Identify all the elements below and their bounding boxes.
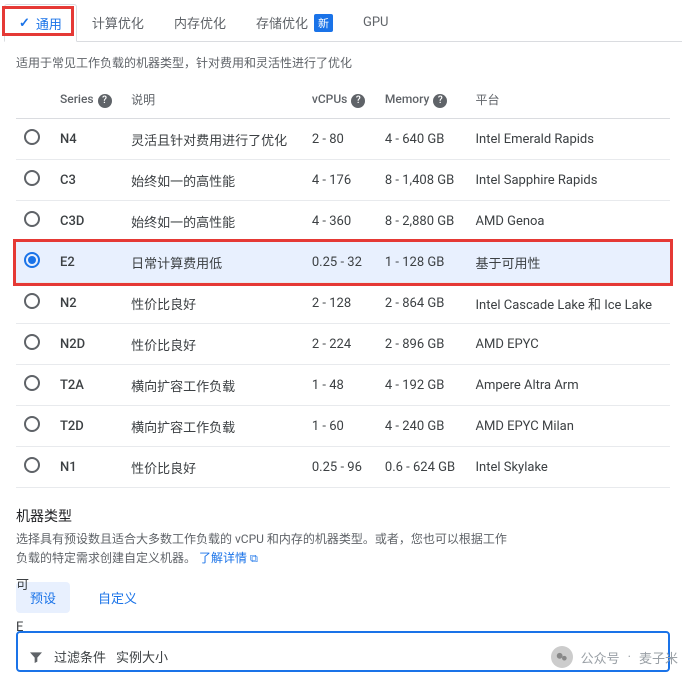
table-row[interactable]: C3D始终如一的高性能4 - 3608 - 2,880 GBAMD Genoa: [16, 201, 670, 242]
wechat-icon: [551, 646, 573, 668]
desc-cell: 灵活且针对费用进行了优化: [123, 119, 304, 160]
platform-cell: AMD EPYC Milan: [468, 406, 671, 447]
platform-cell: AMD Genoa: [468, 201, 671, 242]
tab-memory[interactable]: 内存优化: [159, 4, 241, 41]
platform-cell: Intel Skylake: [468, 447, 671, 488]
platform-cell: AMD EPYC: [468, 324, 671, 365]
series-table: Series? 说明 vCPUs? Memory? 平台 N4灵活且针对费用进行…: [16, 81, 670, 488]
vcpus-cell: 2 - 80: [304, 119, 377, 160]
truncated-text: E: [0, 620, 23, 635]
desc-cell: 始终如一的高性能: [123, 160, 304, 201]
filter-value: 实例大小: [116, 647, 168, 666]
memory-cell: 8 - 2,880 GB: [377, 201, 468, 242]
check-icon: ✓: [19, 16, 30, 31]
desc-cell: 横向扩容工作负载: [123, 365, 304, 406]
desc-cell: 性价比良好: [123, 324, 304, 365]
series-cell: N1: [52, 447, 123, 488]
vcpus-cell: 1 - 60: [304, 406, 377, 447]
filter-label: 过滤条件: [54, 647, 106, 666]
vcpus-cell: 0.25 - 96: [304, 447, 377, 488]
th-series: Series?: [52, 81, 123, 119]
custom-button[interactable]: 自定义: [84, 582, 151, 613]
radio-button[interactable]: [24, 252, 40, 268]
table-row[interactable]: C3始终如一的高性能4 - 1768 - 1,408 GBIntel Sapph…: [16, 160, 670, 201]
tab-gpu[interactable]: GPU: [348, 4, 404, 41]
series-cell: T2D: [52, 406, 123, 447]
table-row[interactable]: N1性价比良好0.25 - 960.6 - 624 GBIntel Skylak…: [16, 447, 670, 488]
new-badge: 新: [314, 14, 333, 32]
vcpus-cell: 4 - 360: [304, 201, 377, 242]
memory-cell: 0.6 - 624 GB: [377, 447, 468, 488]
series-cell: N2D: [52, 324, 123, 365]
table-row[interactable]: T2D横向扩容工作负载1 - 604 - 240 GBAMD EPYC Mila…: [16, 406, 670, 447]
radio-button[interactable]: [24, 416, 40, 432]
watermark: 公众号 · 麦子米: [551, 646, 678, 668]
desc-cell: 性价比良好: [123, 447, 304, 488]
platform-cell: Intel Emerald Rapids: [468, 119, 671, 160]
filter-icon: [28, 649, 44, 665]
machine-type-title: 机器类型: [0, 488, 686, 530]
th-memory: Memory?: [377, 81, 468, 119]
table-row[interactable]: N2D性价比良好2 - 2242 - 896 GBAMD EPYC: [16, 324, 670, 365]
memory-cell: 2 - 864 GB: [377, 283, 468, 324]
vcpus-cell: 0.25 - 32: [304, 242, 377, 283]
platform-cell: Intel Sapphire Rapids: [468, 160, 671, 201]
tab-general[interactable]: ✓ 通用: [4, 4, 77, 42]
table-row[interactable]: T2A横向扩容工作负载1 - 484 - 192 GBAmpere Altra …: [16, 365, 670, 406]
table-row[interactable]: E2日常计算费用低0.25 - 321 - 128 GB基于可用性: [16, 242, 670, 283]
memory-cell: 4 - 240 GB: [377, 406, 468, 447]
th-vcpus: vCPUs?: [304, 81, 377, 119]
tab-storage[interactable]: 存储优化 新: [241, 4, 348, 41]
series-cell: C3D: [52, 201, 123, 242]
memory-cell: 4 - 192 GB: [377, 365, 468, 406]
radio-button[interactable]: [24, 211, 40, 227]
radio-button[interactable]: [24, 129, 40, 145]
preset-custom-toggle: 预设 自定义: [0, 568, 686, 627]
vcpus-cell: 1 - 48: [304, 365, 377, 406]
tab-description: 适用于常见工作负载的机器类型，针对费用和灵活性进行了优化: [0, 42, 686, 81]
desc-cell: 性价比良好: [123, 283, 304, 324]
radio-button[interactable]: [24, 293, 40, 309]
truncated-text: 可: [0, 574, 29, 593]
series-cell: N4: [52, 119, 123, 160]
tab-label: 通用: [36, 14, 62, 33]
vcpus-cell: 2 - 224: [304, 324, 377, 365]
platform-cell: 基于可用性: [468, 242, 671, 283]
series-cell: T2A: [52, 365, 123, 406]
th-platform: 平台: [468, 81, 671, 119]
memory-cell: 2 - 896 GB: [377, 324, 468, 365]
memory-cell: 4 - 640 GB: [377, 119, 468, 160]
desc-cell: 日常计算费用低: [123, 242, 304, 283]
help-icon[interactable]: ?: [98, 94, 112, 108]
desc-cell: 横向扩容工作负载: [123, 406, 304, 447]
vcpus-cell: 4 - 176: [304, 160, 377, 201]
table-row[interactable]: N2性价比良好2 - 1282 - 864 GBIntel Cascade La…: [16, 283, 670, 324]
table-row[interactable]: N4灵活且针对费用进行了优化2 - 804 - 640 GBIntel Emer…: [16, 119, 670, 160]
memory-cell: 1 - 128 GB: [377, 242, 468, 283]
tab-compute[interactable]: 计算优化: [77, 4, 159, 41]
th-desc: 说明: [123, 81, 304, 119]
tabs-bar: ✓ 通用 计算优化 内存优化 存储优化 新 GPU: [4, 4, 682, 42]
external-link-icon: ⧉: [250, 552, 258, 565]
radio-button[interactable]: [24, 375, 40, 391]
series-cell: N2: [52, 283, 123, 324]
series-cell: C3: [52, 160, 123, 201]
radio-button[interactable]: [24, 457, 40, 473]
platform-cell: Ampere Altra Arm: [468, 365, 671, 406]
help-icon[interactable]: ?: [351, 94, 365, 108]
learn-more-link[interactable]: 了解详情 ⧉: [199, 551, 258, 565]
machine-type-desc: 选择具有预设数且适合大多数工作负载的 vCPU 和内存的机器类型。或者，您也可以…: [0, 530, 686, 568]
help-icon[interactable]: ?: [433, 94, 447, 108]
vcpus-cell: 2 - 128: [304, 283, 377, 324]
series-cell: E2: [52, 242, 123, 283]
desc-cell: 始终如一的高性能: [123, 201, 304, 242]
platform-cell: Intel Cascade Lake 和 Ice Lake: [468, 283, 671, 324]
memory-cell: 8 - 1,408 GB: [377, 160, 468, 201]
radio-button[interactable]: [24, 170, 40, 186]
radio-button[interactable]: [24, 334, 40, 350]
